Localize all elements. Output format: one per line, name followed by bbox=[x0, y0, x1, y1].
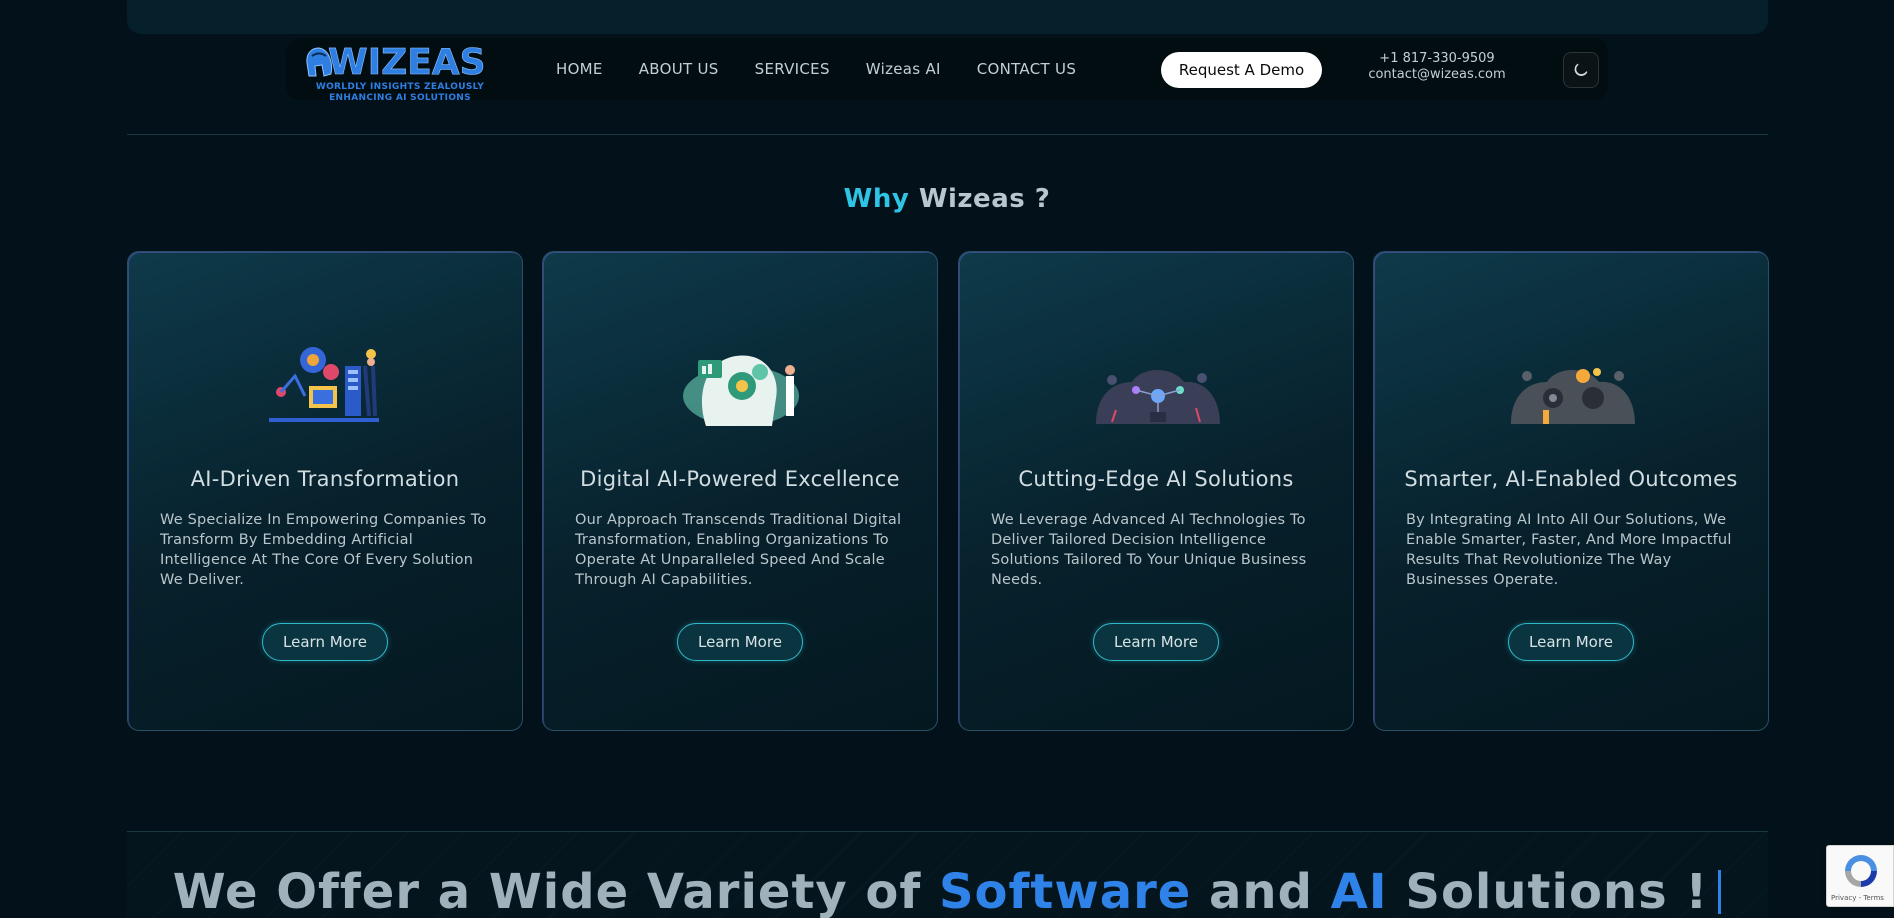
section-title-rest: Wizeas ? bbox=[909, 184, 1051, 214]
moon-icon bbox=[1574, 63, 1588, 76]
nav-link-home[interactable]: HOME bbox=[556, 60, 603, 78]
phone-number[interactable]: +1 817-330-9509 bbox=[1362, 51, 1512, 67]
headline-and: and bbox=[1191, 864, 1331, 918]
recaptcha-icon bbox=[1845, 855, 1877, 887]
headline-text: We Offer a Wide Variety of bbox=[172, 864, 939, 918]
theme-toggle-button[interactable] bbox=[1563, 52, 1599, 88]
card-description: Our Approach Transcends Traditional Digi… bbox=[575, 512, 902, 588]
ai-network-illustration bbox=[1096, 370, 1220, 424]
headline-ai: AI bbox=[1330, 864, 1388, 918]
learn-more-button[interactable]: Learn More bbox=[1093, 623, 1219, 661]
logo[interactable]: WIZEAS WORLDLY INSIGHTS ZEALOUSLY ENHANC… bbox=[300, 42, 500, 103]
typing-cursor bbox=[1718, 870, 1722, 914]
section-title-accent: Why bbox=[843, 184, 910, 214]
email-address[interactable]: contact@wizeas.com bbox=[1362, 67, 1512, 83]
top-panel bbox=[127, 0, 1768, 34]
ai-engineering-illustration bbox=[269, 347, 379, 422]
logo-wordmark: WIZEAS bbox=[328, 42, 486, 84]
feature-card: Smarter, AI-Enabled Outcomes By Integrat… bbox=[1373, 251, 1769, 731]
card-description: We Leverage Advanced AI Technologies To … bbox=[991, 512, 1307, 588]
logo-tagline-1: WORLDLY INSIGHTS ZEALOUSLY bbox=[315, 82, 485, 92]
card-title: AI-Driven Transformation bbox=[190, 467, 460, 491]
ai-head-gears-illustration bbox=[683, 355, 799, 426]
request-demo-button[interactable]: Request A Demo bbox=[1161, 52, 1322, 88]
nav-link-wizeas-ai[interactable]: Wizeas AI bbox=[866, 60, 941, 78]
card-title: Cutting-Edge AI Solutions bbox=[1018, 467, 1294, 491]
card-title: Smarter, AI-Enabled Outcomes bbox=[1404, 467, 1738, 491]
nav-link-about-us[interactable]: ABOUT US bbox=[639, 60, 719, 78]
section-divider bbox=[127, 831, 1768, 832]
card-description: We Specialize In Empowering Companies To… bbox=[160, 512, 487, 588]
nav-link-services[interactable]: SERVICES bbox=[755, 60, 830, 78]
offer-headline: We Offer a Wide Variety of Software and … bbox=[0, 864, 1894, 918]
nav-link-contact-us[interactable]: CONTACT US bbox=[977, 60, 1076, 78]
contact-info: +1 817-330-9509 contact@wizeas.com bbox=[1362, 51, 1512, 83]
learn-more-button[interactable]: Learn More bbox=[1508, 623, 1634, 661]
nav-links: HOME ABOUT US SERVICES Wizeas AI CONTACT… bbox=[556, 38, 1112, 100]
headline-text-end: Solutions ! bbox=[1387, 864, 1709, 918]
learn-more-button[interactable]: Learn More bbox=[262, 623, 388, 661]
section-divider bbox=[127, 134, 1768, 135]
section-title: Why Wizeas ? bbox=[0, 184, 1894, 214]
learn-more-button[interactable]: Learn More bbox=[677, 623, 803, 661]
recaptcha-badge[interactable]: Privacy - Terms bbox=[1826, 845, 1894, 907]
card-description: By Integrating AI Into All Our Solutions… bbox=[1406, 512, 1732, 588]
card-title: Digital AI-Powered Excellence bbox=[580, 467, 900, 491]
navbar: WIZEAS WORLDLY INSIGHTS ZEALOUSLY ENHANC… bbox=[286, 38, 1608, 103]
logo-tagline-2: ENHANCING AI SOLUTIONS bbox=[329, 93, 471, 103]
feature-card: AI-Driven Transformation We Specialize I… bbox=[127, 251, 523, 731]
headline-software: Software bbox=[938, 864, 1192, 918]
feature-card: Cutting-Edge AI Solutions We Leverage Ad… bbox=[958, 251, 1354, 731]
ai-brain-outcomes-illustration bbox=[1511, 368, 1635, 424]
recaptcha-links[interactable]: Privacy - Terms bbox=[1831, 894, 1884, 902]
feature-card: Digital AI-Powered Excellence Our Approa… bbox=[542, 251, 938, 731]
